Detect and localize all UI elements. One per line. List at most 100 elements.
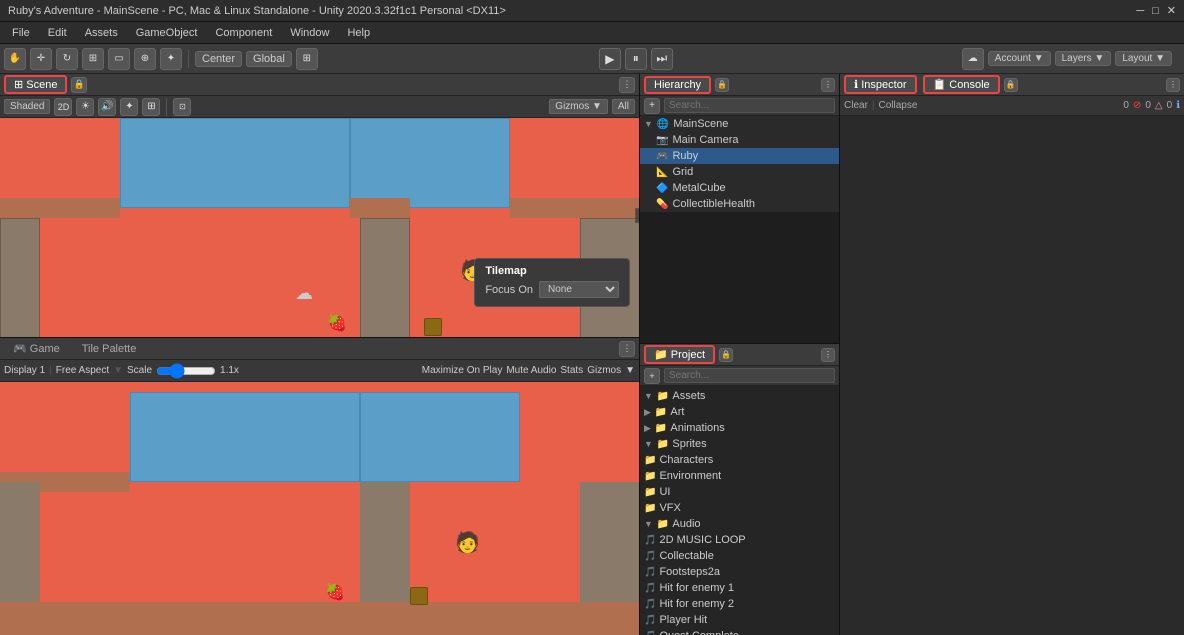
cloud-btn[interactable]: ☁	[962, 48, 984, 70]
grid-btn[interactable]: ⊞	[296, 48, 318, 70]
hierarchy-grid[interactable]: 📐 Grid	[640, 164, 839, 180]
create-btn[interactable]: +	[644, 368, 660, 384]
menu-edit[interactable]: Edit	[40, 25, 75, 41]
minimize-btn[interactable]: ─	[1136, 5, 1144, 17]
add-btn[interactable]: +	[644, 98, 660, 114]
center-toggle[interactable]: Center	[195, 51, 242, 67]
folder-sprites[interactable]: ▼ 📁 Sprites	[640, 436, 839, 452]
audio-collectable[interactable]: 🎵 Collectable	[640, 548, 839, 564]
tool-move[interactable]: ✛	[30, 48, 52, 70]
game-more[interactable]: ⋮	[619, 341, 635, 357]
ground-1	[0, 198, 120, 218]
play-button[interactable]: ▶	[599, 48, 621, 70]
collapse-btn[interactable]: Collapse	[879, 100, 918, 111]
gizmos-btn[interactable]: Gizmos ▼	[549, 99, 608, 114]
grid-vis-btn[interactable]: ⊞	[142, 98, 160, 116]
hierarchy-ruby[interactable]: 🎮 Ruby	[640, 148, 839, 164]
scene-canvas[interactable]: 🧑 🍓 ☁ OD Main Camera Ruby Tilemap Focus …	[0, 118, 639, 337]
tool-scale[interactable]: ⊞	[82, 48, 104, 70]
hierarchy-main-scene[interactable]: ▼ 🌐 MainScene	[640, 116, 839, 132]
scene-lock[interactable]: 🔒	[71, 77, 87, 93]
scale-slider[interactable]	[156, 366, 216, 376]
pause-button[interactable]: ⏸	[625, 48, 647, 70]
tab-console[interactable]: 📋 Console	[923, 75, 1000, 94]
gizmos-arrow[interactable]: ▼	[625, 365, 635, 376]
tool-custom[interactable]: ✦	[160, 48, 182, 70]
folder-ui[interactable]: 📁 UI	[640, 484, 839, 500]
hierarchy-main-camera[interactable]: 📷 Main Camera	[640, 132, 839, 148]
game-tab-bar: 🎮 Game Tile Palette ⋮	[0, 338, 639, 360]
hierarchy-collectible[interactable]: 💊 CollectibleHealth	[640, 196, 839, 212]
tab-hierarchy[interactable]: Hierarchy	[644, 76, 711, 94]
audio-hit-enemy-2[interactable]: 🎵 Hit for enemy 2	[640, 596, 839, 612]
clear-btn[interactable]: Clear	[844, 100, 868, 111]
folder-animations[interactable]: ▶ 📁 Animations	[640, 420, 839, 436]
inspector-tab-bar: ℹ Inspector 📋 Console 🔒 ⋮	[840, 74, 1184, 96]
close-btn[interactable]: ✕	[1167, 4, 1176, 17]
tab-tile-palette[interactable]: Tile Palette	[73, 341, 146, 357]
tab-game[interactable]: 🎮 Game	[4, 340, 69, 357]
hierarchy-lock[interactable]: 🔒	[715, 78, 729, 92]
inspector-lock[interactable]: 🔒	[1004, 78, 1018, 92]
hierarchy-metalcube[interactable]: 🔷 MetalCube	[640, 180, 839, 196]
audio-player-hit[interactable]: 🎵 Player Hit	[640, 612, 839, 628]
layout-btn[interactable]: Layout ▼	[1115, 51, 1172, 66]
assets-root[interactable]: ▼ 📁 Assets	[640, 388, 839, 404]
maximize-play-btn[interactable]: Maximize On Play	[422, 365, 503, 376]
2d-btn[interactable]: 2D	[54, 98, 72, 116]
all-btn[interactable]: All	[612, 99, 635, 114]
menu-assets[interactable]: Assets	[77, 25, 126, 41]
gizmos-game-btn[interactable]: Gizmos	[587, 365, 621, 376]
folder-art[interactable]: ▶ 📁 Art	[640, 404, 839, 420]
menu-window[interactable]: Window	[282, 25, 337, 41]
menu-help[interactable]: Help	[339, 25, 378, 41]
inspector-more[interactable]: ⋮	[1166, 78, 1180, 92]
folder-environment[interactable]: 📁 Environment	[640, 468, 839, 484]
tool-transform[interactable]: ⊕	[134, 48, 156, 70]
project-lock[interactable]: 🔒	[719, 348, 733, 362]
project-more[interactable]: ⋮	[821, 348, 835, 362]
shaded-btn[interactable]: Shaded	[4, 99, 50, 114]
tab-scene[interactable]: ⊞ Scene	[4, 75, 67, 94]
fx-btn[interactable]: ✦	[120, 98, 138, 116]
audio-footsteps[interactable]: 🎵 Footsteps2a	[640, 564, 839, 580]
display-label[interactable]: Display 1	[4, 365, 45, 376]
snap-btn[interactable]: ⊡	[173, 98, 191, 116]
folder-audio[interactable]: ▼ 📁 Audio	[640, 516, 839, 532]
global-toggle[interactable]: Global	[246, 51, 292, 67]
audio-hit-enemy-1[interactable]: 🎵 Hit for enemy 1	[640, 580, 839, 596]
maximize-btn[interactable]: □	[1152, 5, 1159, 17]
tab-project[interactable]: 📁 Project	[644, 345, 715, 364]
step-button[interactable]: ⏭	[651, 48, 673, 70]
mute-btn[interactable]: Mute Audio	[506, 365, 556, 376]
tool-rect[interactable]: ▭	[108, 48, 130, 70]
aspect-label[interactable]: Free Aspect	[56, 365, 109, 376]
focus-on-select[interactable]: None	[539, 281, 619, 298]
tab-inspector[interactable]: ℹ Inspector	[844, 75, 917, 94]
folder-characters[interactable]: 📁 Characters	[640, 452, 839, 468]
menu-component[interactable]: Component	[207, 25, 280, 41]
stone-2	[360, 218, 410, 337]
tool-hand[interactable]: ✋	[4, 48, 26, 70]
account-btn[interactable]: Account ▼	[988, 51, 1051, 66]
audio-scene-btn[interactable]: 🔊	[98, 98, 116, 116]
ruby-h-label: Ruby	[672, 150, 698, 162]
audio-music[interactable]: 🎵 2D MUSIC LOOP	[640, 532, 839, 548]
lights-btn[interactable]: ☀	[76, 98, 94, 116]
scene-toolbar: Shaded 2D ☀ 🔊 ✦ ⊞ ⊡ Gizmos ▼ All	[0, 96, 639, 118]
tool-rotate[interactable]: ↻	[56, 48, 78, 70]
stats-btn[interactable]: Stats	[560, 365, 583, 376]
folder-vfx[interactable]: 📁 VFX	[640, 500, 839, 516]
hierarchy-more[interactable]: ⋮	[821, 78, 835, 92]
project-search[interactable]	[664, 368, 835, 383]
hierarchy-content: ▼ 🌐 MainScene 📷 Main Camera 🎮 Ruby 📐 Gri…	[640, 116, 839, 212]
audio-quest-complete[interactable]: 🎵 Quest Complete	[640, 628, 839, 635]
scene-more[interactable]: ⋮	[619, 77, 635, 93]
game-canvas[interactable]: 🧑 🍓	[0, 382, 639, 635]
menu-file[interactable]: File	[4, 25, 38, 41]
menu-gameobject[interactable]: GameObject	[128, 25, 206, 41]
hierarchy-search[interactable]	[664, 98, 835, 113]
layers-btn[interactable]: Layers ▼	[1055, 51, 1112, 66]
console-icon: 📋	[933, 79, 947, 91]
scene-arrow: ▼	[644, 119, 653, 129]
